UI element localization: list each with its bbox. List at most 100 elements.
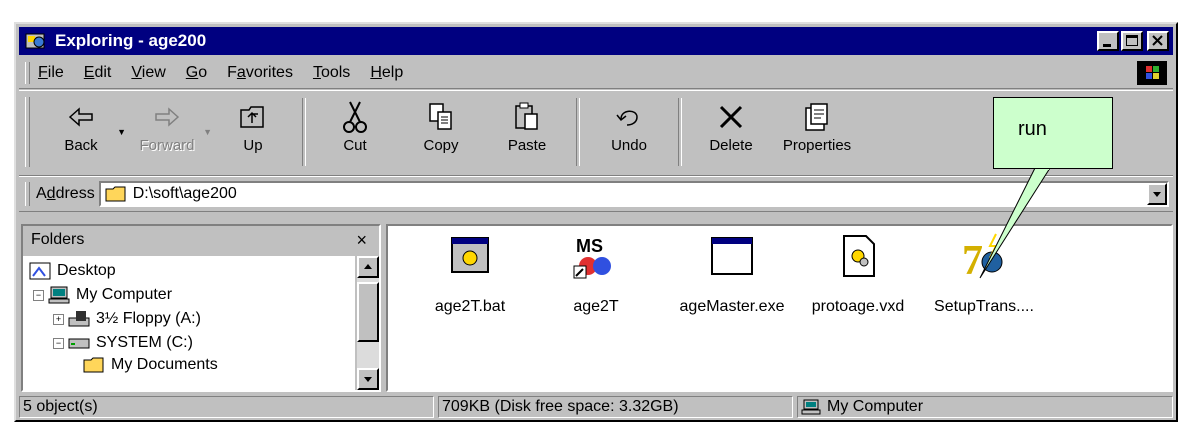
title-bar[interactable]: Exploring - age200 — [19, 27, 1173, 55]
hard-drive-icon — [68, 338, 90, 349]
properties-label: Properties — [782, 137, 852, 154]
back-label: Back — [64, 137, 98, 154]
system-file-gear-icon — [843, 235, 875, 277]
copy-button[interactable]: Copy — [398, 97, 484, 167]
file-item[interactable]: ageMaster.exe — [670, 232, 794, 316]
folder-icon — [105, 186, 126, 202]
file-name: age2T.bat — [434, 298, 506, 315]
folders-pane: Folders × Desktop − My Computer + 3½ Flo… — [21, 224, 381, 392]
collapse-icon[interactable]: − — [33, 289, 44, 301]
chevron-down-icon — [1153, 192, 1161, 197]
arrow-up-icon — [364, 264, 372, 269]
status-location-label: My Computer — [827, 398, 924, 415]
tree-item-system-c[interactable]: − SYSTEM (C:) — [53, 334, 193, 352]
computer-icon — [801, 399, 821, 415]
clipboard-icon — [515, 102, 538, 130]
folders-close-button[interactable]: × — [356, 230, 367, 251]
address-dropdown-button[interactable] — [1147, 183, 1167, 205]
folder-tree: Desktop − My Computer + 3½ Floppy (A:) −… — [23, 256, 355, 390]
address-grip[interactable] — [25, 182, 30, 206]
menu-tools[interactable]: Tools — [313, 64, 350, 82]
menu-go[interactable]: Go — [186, 64, 207, 82]
file-name: protoage.vxd — [811, 298, 905, 315]
tree-item-my-documents[interactable]: My Documents — [83, 356, 218, 374]
file-item[interactable]: protoage.vxd — [796, 232, 920, 316]
undo-button[interactable]: Undo — [586, 97, 672, 167]
address-label: Address — [36, 185, 95, 202]
file-item[interactable]: MS age2T — [534, 232, 658, 316]
collapse-icon[interactable]: − — [53, 337, 64, 349]
status-disk-space: 709KB (Disk free space: 3.32GB) — [438, 396, 793, 418]
paste-button[interactable]: Paste — [484, 97, 570, 167]
undo-label: Undo — [611, 137, 647, 154]
up-button[interactable]: Up — [210, 97, 296, 167]
minimize-button[interactable] — [1097, 31, 1119, 51]
file-item[interactable]: age2T.bat — [408, 232, 532, 316]
desktop-icon — [29, 262, 51, 280]
cut-label: Cut — [343, 137, 367, 154]
menu-view[interactable]: View — [131, 64, 165, 82]
toolbar-separator — [576, 98, 580, 166]
application-window-icon — [711, 237, 753, 275]
toolbar-grip[interactable] — [25, 97, 30, 167]
file-name: ageMaster.exe — [679, 298, 785, 315]
exploring-app-icon — [25, 33, 45, 49]
arrow-down-icon — [364, 377, 372, 382]
back-button[interactable]: Back ▼ — [38, 97, 126, 167]
close-icon — [1152, 35, 1163, 46]
delete-button[interactable]: Delete — [688, 97, 774, 167]
tree-item-my-computer[interactable]: − My Computer — [33, 286, 172, 304]
documents-folder-icon — [83, 357, 104, 373]
window-title: Exploring - age200 — [55, 31, 207, 50]
run-callout: run — [993, 97, 1113, 169]
undo-arrow-icon — [616, 110, 638, 126]
menu-grip[interactable] — [25, 62, 30, 84]
svg-text:MS: MS — [576, 236, 603, 256]
tree-item-desktop[interactable]: Desktop — [29, 262, 116, 280]
copy-icon — [429, 103, 452, 130]
tree-label: My Documents — [111, 356, 218, 373]
close-button[interactable] — [1147, 31, 1169, 51]
ms-dos-shortcut-icon: MS — [573, 236, 611, 279]
status-location: My Computer — [797, 396, 1173, 418]
folders-header: Folders × — [23, 226, 379, 254]
tree-label: My Computer — [76, 286, 173, 303]
delete-label: Delete — [709, 137, 753, 154]
status-object-count: 5 object(s) — [19, 396, 434, 418]
maximize-button[interactable] — [1121, 31, 1143, 51]
menu-help[interactable]: Help — [370, 64, 403, 82]
properties-button[interactable]: Properties — [774, 97, 860, 167]
menu-bar: File Edit View Go Favorites Tools Help — [19, 58, 1173, 89]
scroll-up-button[interactable] — [357, 256, 379, 278]
forward-arrow-icon — [155, 107, 180, 127]
delete-x-icon — [719, 105, 743, 129]
file-name: age2T — [573, 298, 619, 315]
folder-tree-scrollbar[interactable] — [357, 256, 379, 390]
menu-file[interactable]: File — [38, 64, 64, 82]
paste-label: Paste — [507, 137, 547, 154]
properties-icon — [805, 103, 828, 131]
tree-item-floppy[interactable]: + 3½ Floppy (A:) — [53, 310, 201, 328]
folders-title: Folders — [31, 231, 85, 248]
windows-logo-icon — [1137, 61, 1167, 85]
cut-button[interactable]: Cut — [312, 97, 398, 167]
floppy-drive-icon — [68, 311, 90, 327]
scroll-down-button[interactable] — [357, 368, 379, 390]
status-bar: 5 object(s) 709KB (Disk free space: 3.32… — [19, 396, 1173, 420]
toolbar-separator — [302, 98, 306, 166]
forward-button[interactable]: Forward ▼ — [124, 97, 212, 167]
file-name: SetupTrans.... — [934, 298, 1034, 315]
tree-label: SYSTEM (C:) — [96, 334, 193, 351]
expand-icon[interactable]: + — [53, 313, 64, 325]
computer-icon — [48, 286, 70, 304]
back-arrow-icon — [68, 107, 93, 127]
forward-label: Forward — [139, 137, 195, 154]
scroll-thumb[interactable] — [357, 282, 379, 342]
tree-label: 3½ Floppy (A:) — [96, 310, 201, 327]
tree-label: Desktop — [57, 262, 116, 279]
copy-label: Copy — [423, 137, 459, 154]
menu-favorites[interactable]: Favorites — [227, 64, 293, 82]
menu-edit[interactable]: Edit — [84, 64, 112, 82]
batch-file-icon — [451, 237, 489, 273]
toolbar-separator — [678, 98, 682, 166]
